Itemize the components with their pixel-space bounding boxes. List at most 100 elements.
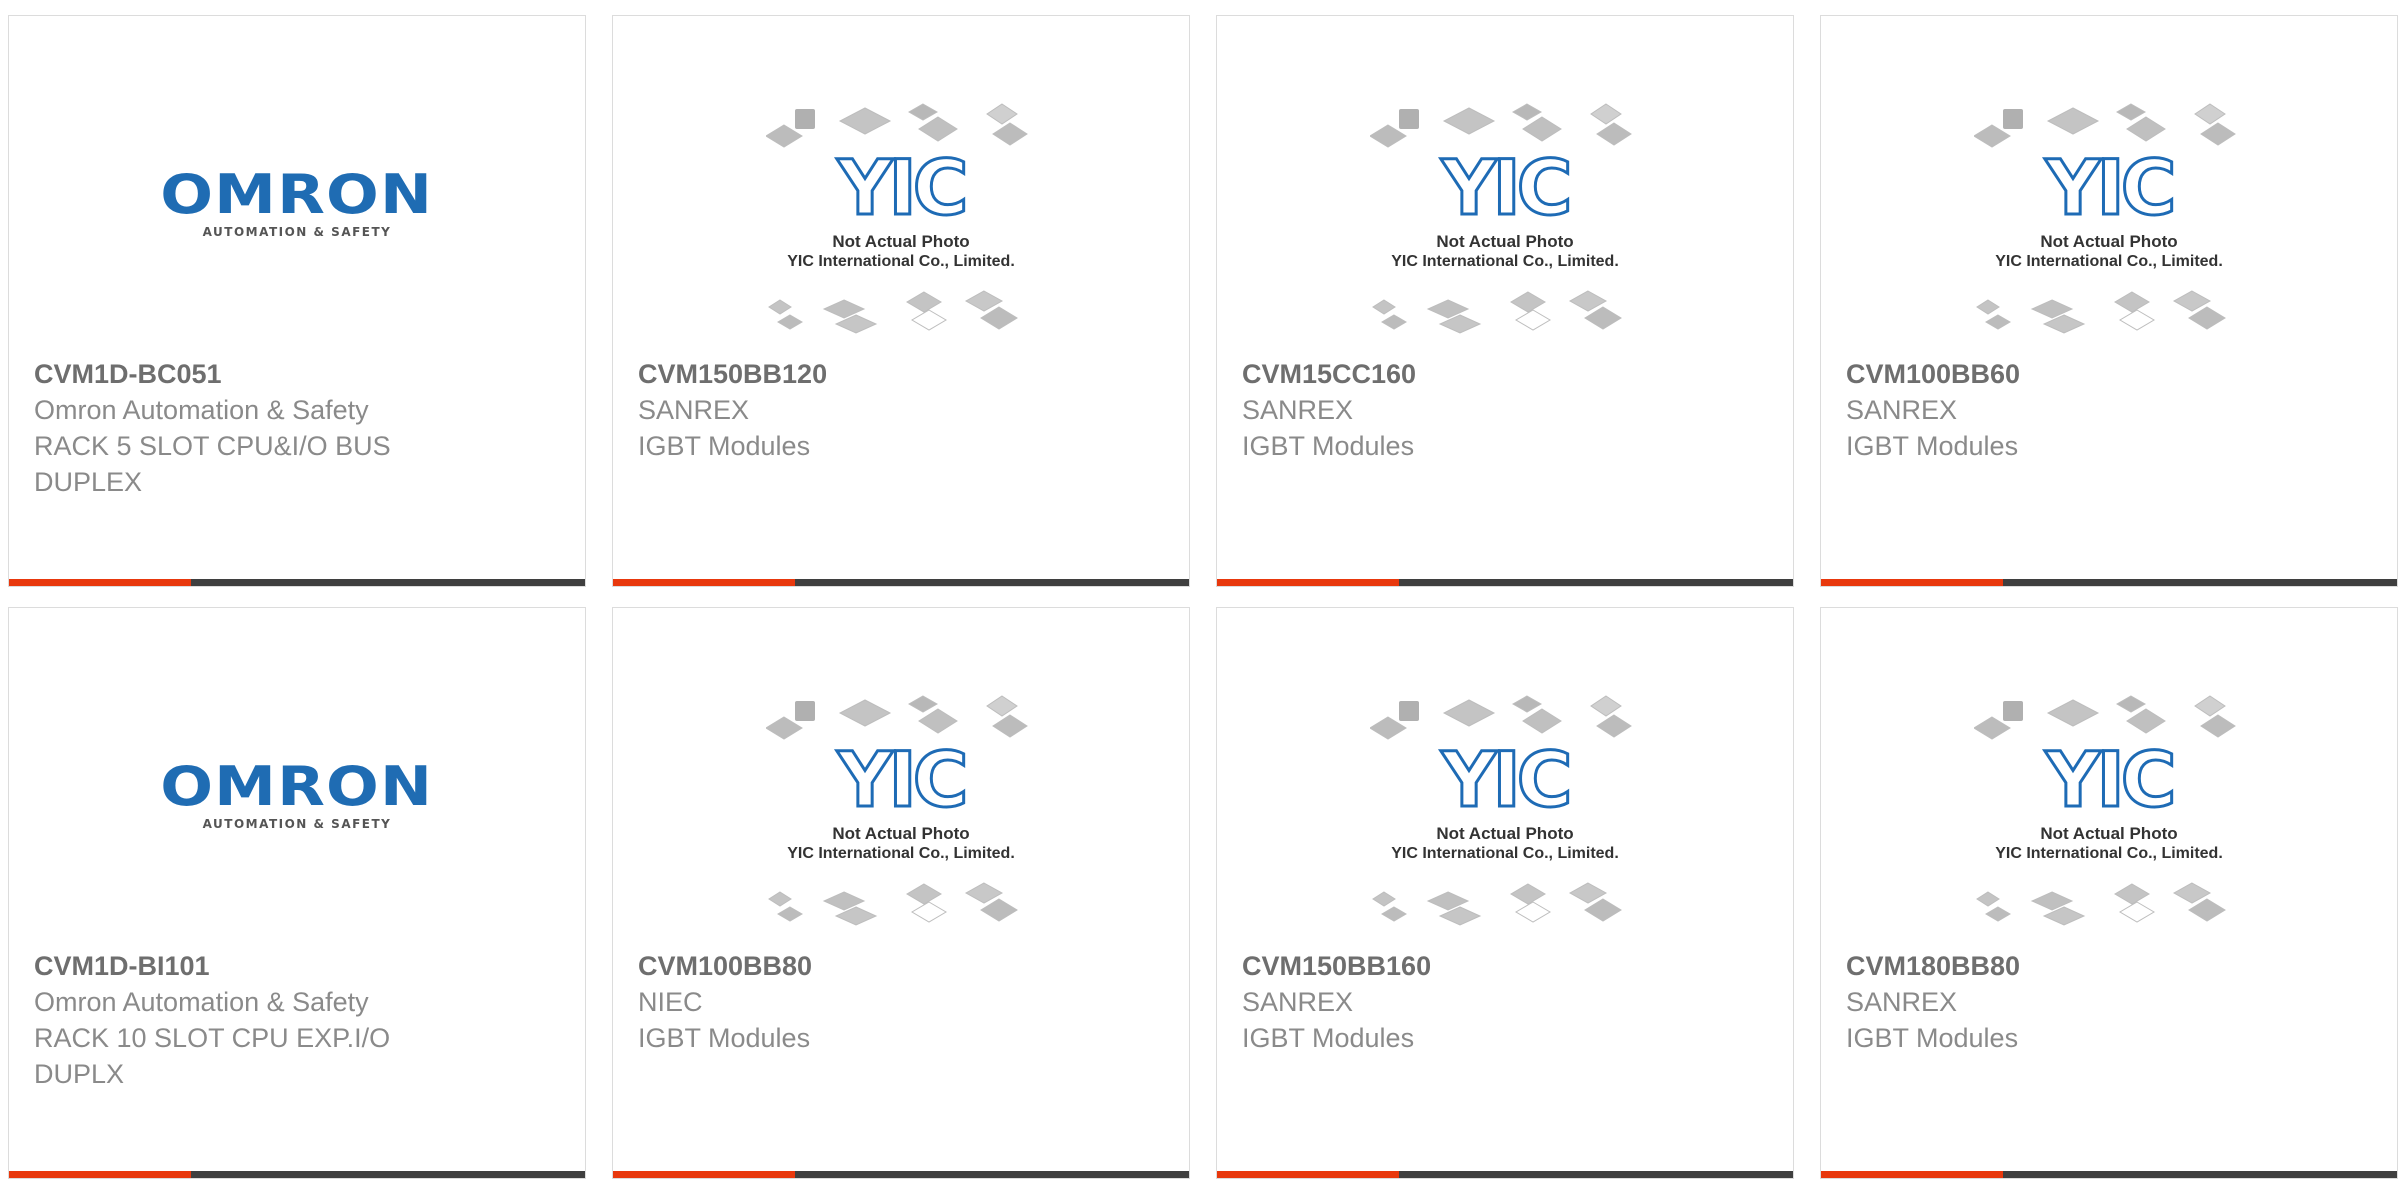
placeholder-line2: YIC International Co., Limited. <box>1995 845 2223 862</box>
yic-placeholder-graphic: YICNot Actual Photo YIC International Co.… <box>765 103 1028 334</box>
part-number-link[interactable]: CVM100BB80 <box>638 948 1058 984</box>
card-bottom-bar <box>1821 1171 2397 1178</box>
omron-logo-tagline: AUTOMATION & SAFETY <box>202 225 392 239</box>
product-image[interactable]: OMRON AUTOMATION & SAFETY <box>9 96 585 358</box>
product-info: CVM1D-BC051 Omron Automation & Safety RA… <box>34 356 454 500</box>
product-description: IGBT Modules <box>638 1023 811 1054</box>
product-image[interactable]: YIC Not Actual Photo YIC International Co.… <box>1217 96 1793 358</box>
product-description: IGBT Modules <box>1846 1023 2019 1054</box>
card-accent <box>9 579 191 586</box>
product-card[interactable]: YIC Not Actual Photo YIC International Co.… <box>1216 15 1794 587</box>
product-card[interactable]: YIC Not Actual Photo YIC International Co.… <box>1216 607 1794 1179</box>
omron-logo-word: OMRON <box>160 163 434 226</box>
card-accent <box>1217 1171 1399 1178</box>
product-image[interactable]: OMRON AUTOMATION & SAFETY <box>9 688 585 950</box>
part-number-link[interactable]: CVM1D-BI101 <box>34 948 454 984</box>
omron-logo-word: OMRON <box>160 755 434 818</box>
yic-mark: YIC <box>1440 143 1568 232</box>
yic-mark: YIC <box>2044 143 2172 232</box>
card-bottom-bar <box>1821 579 2397 586</box>
yic-mark: YIC <box>836 143 964 232</box>
placeholder-line1: Not Actual Photo <box>2040 232 2177 251</box>
product-grid: OMRON AUTOMATION & SAFETY CVM1D-BC051 Om… <box>8 15 2398 1179</box>
product-info: CVM15CC160 SANREX IGBT Modules <box>1242 356 1662 464</box>
product-card[interactable]: OMRON AUTOMATION & SAFETY CVM1D-BC051 Om… <box>8 15 586 587</box>
product-info: CVM150BB160 SANREX IGBT Modules <box>1242 948 1662 1056</box>
yic-placeholder-graphic: YICNot Actual Photo YIC International Co.… <box>1973 103 2236 334</box>
placeholder-line1: Not Actual Photo <box>2040 824 2177 843</box>
omron-logo: OMRON AUTOMATION & SAFETY <box>157 755 437 832</box>
product-card[interactable]: YIC Not Actual Photo YIC International Co.… <box>612 607 1190 1179</box>
placeholder-line1: Not Actual Photo <box>1436 824 1573 843</box>
product-info: CVM150BB120 SANREX IGBT Modules <box>638 356 1058 464</box>
manufacturer-name: Omron Automation & Safety <box>34 395 369 426</box>
product-image[interactable]: YIC Not Actual Photo YIC International Co.… <box>613 688 1189 950</box>
card-accent <box>613 579 795 586</box>
yic-placeholder-graphic: YICNot Actual Photo YIC International Co.… <box>1973 695 2236 926</box>
product-info: CVM100BB60 SANREX IGBT Modules <box>1846 356 2266 464</box>
product-description: IGBT Modules <box>638 431 811 462</box>
card-accent <box>1821 579 2003 586</box>
product-description: RACK 5 SLOT CPU&I/O BUS DUPLEX <box>34 431 391 498</box>
product-description: IGBT Modules <box>1242 431 1415 462</box>
card-bottom-bar <box>1217 579 1793 586</box>
yic-mark: YIC <box>2044 735 2172 824</box>
placeholder-line2: YIC International Co., Limited. <box>1391 845 1619 862</box>
manufacturer-name: Omron Automation & Safety <box>34 987 369 1018</box>
manufacturer-name: SANREX <box>1242 987 1354 1018</box>
part-number-link[interactable]: CVM150BB160 <box>1242 948 1662 984</box>
card-bottom-bar <box>613 1171 1189 1178</box>
manufacturer-name: SANREX <box>1846 395 1958 426</box>
not-actual-photo-placeholder: YIC Not Actual Photo YIC International Co.… <box>765 688 1036 933</box>
manufacturer-name: SANREX <box>1846 987 1958 1018</box>
part-number-link[interactable]: CVM15CC160 <box>1242 356 1662 392</box>
card-bottom-bar <box>613 579 1189 586</box>
not-actual-photo-placeholder: YIC Not Actual Photo YIC International Co.… <box>1973 688 2244 933</box>
yic-placeholder-graphic: YICNot Actual Photo YIC International Co.… <box>1369 103 1632 334</box>
placeholder-line2: YIC International Co., Limited. <box>787 845 1015 862</box>
placeholder-line2: YIC International Co., Limited. <box>1995 253 2223 270</box>
not-actual-photo-placeholder: YIC Not Actual Photo YIC International Co.… <box>1973 96 2244 341</box>
card-accent <box>9 1171 191 1178</box>
manufacturer-name: NIEC <box>638 987 703 1018</box>
part-number-link[interactable]: CVM150BB120 <box>638 356 1058 392</box>
product-description: IGBT Modules <box>1242 1023 1415 1054</box>
product-card[interactable]: YIC Not Actual Photo YIC International Co.… <box>1820 607 2398 1179</box>
part-number-link[interactable]: CVM1D-BC051 <box>34 356 454 392</box>
part-number-link[interactable]: CVM180BB80 <box>1846 948 2266 984</box>
product-card[interactable]: OMRON AUTOMATION & SAFETY CVM1D-BI101 Om… <box>8 607 586 1179</box>
product-image[interactable]: YIC Not Actual Photo YIC International Co.… <box>1821 688 2397 950</box>
card-bottom-bar <box>9 579 585 586</box>
yic-placeholder-graphic: YICNot Actual Photo YIC International Co.… <box>765 695 1028 926</box>
product-image[interactable]: YIC Not Actual Photo YIC International Co.… <box>1821 96 2397 358</box>
not-actual-photo-placeholder: YIC Not Actual Photo YIC International Co.… <box>765 96 1036 341</box>
not-actual-photo-placeholder: YIC Not Actual Photo YIC International Co.… <box>1369 96 1640 341</box>
product-image[interactable]: YIC Not Actual Photo YIC International Co.… <box>613 96 1189 358</box>
product-info: CVM1D-BI101 Omron Automation & Safety RA… <box>34 948 454 1092</box>
product-card[interactable]: YIC Not Actual Photo YIC International Co.… <box>612 15 1190 587</box>
placeholder-line1: Not Actual Photo <box>1436 232 1573 251</box>
yic-mark: YIC <box>1440 735 1568 824</box>
manufacturer-name: SANREX <box>638 395 750 426</box>
placeholder-line1: Not Actual Photo <box>832 824 969 843</box>
card-bottom-bar <box>9 1171 585 1178</box>
product-info: CVM100BB80 NIEC IGBT Modules <box>638 948 1058 1056</box>
card-accent <box>613 1171 795 1178</box>
product-card[interactable]: YIC Not Actual Photo YIC International Co.… <box>1820 15 2398 587</box>
product-info: CVM180BB80 SANREX IGBT Modules <box>1846 948 2266 1056</box>
not-actual-photo-placeholder: YIC Not Actual Photo YIC International Co.… <box>1369 688 1640 933</box>
placeholder-line2: YIC International Co., Limited. <box>787 253 1015 270</box>
part-number-link[interactable]: CVM100BB60 <box>1846 356 2266 392</box>
placeholder-line2: YIC International Co., Limited. <box>1391 253 1619 270</box>
placeholder-line1: Not Actual Photo <box>832 232 969 251</box>
yic-mark: YIC <box>836 735 964 824</box>
omron-logo: OMRON AUTOMATION & SAFETY <box>157 163 437 240</box>
card-accent <box>1217 579 1399 586</box>
product-description: IGBT Modules <box>1846 431 2019 462</box>
card-bottom-bar <box>1217 1171 1793 1178</box>
yic-placeholder-graphic: YICNot Actual Photo YIC International Co.… <box>1369 695 1632 926</box>
product-image[interactable]: YIC Not Actual Photo YIC International Co.… <box>1217 688 1793 950</box>
card-accent <box>1821 1171 2003 1178</box>
manufacturer-name: SANREX <box>1242 395 1354 426</box>
product-description: RACK 10 SLOT CPU EXP.I/O DUPLX <box>34 1023 391 1090</box>
